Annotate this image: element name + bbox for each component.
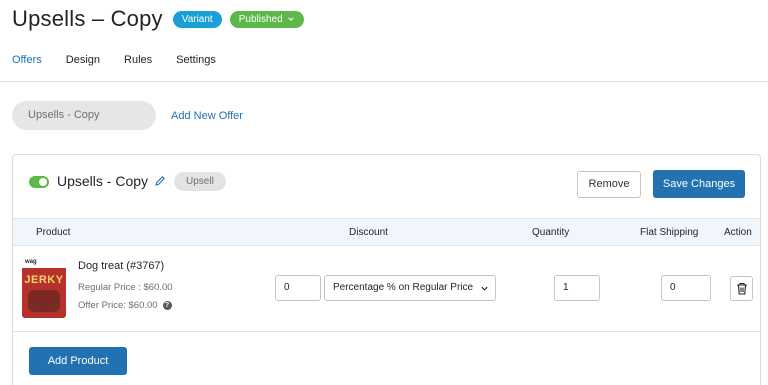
thumbnail-brand: wag: [25, 259, 37, 265]
column-product: Product: [36, 227, 71, 238]
discount-type-select[interactable]: Percentage % on Regular Price: [324, 275, 496, 301]
discount-value-input[interactable]: 0: [275, 275, 321, 301]
variant-badge: Variant: [172, 10, 222, 28]
table-header: Product Discount Quantity Flat Shipping …: [13, 218, 760, 246]
offer-card-header: Upsells - Copy Upsell Remove Save Change…: [13, 155, 760, 218]
column-action: Action: [724, 227, 752, 238]
page-title: Upsells – Copy: [12, 6, 163, 31]
thumbnail-text: JERKY: [24, 274, 64, 286]
discount-type-value: Percentage % on Regular Price: [333, 282, 474, 293]
column-discount: Discount: [349, 227, 388, 238]
product-thumbnail: wag JERKY: [22, 258, 66, 318]
offer-enabled-toggle[interactable]: [29, 176, 49, 188]
offer-price: Offer Price: $60.00: [78, 300, 158, 311]
save-changes-button[interactable]: Save Changes: [653, 170, 745, 198]
tab-bar: Offers Design Rules Settings: [12, 54, 240, 82]
product-name: Dog treat (#3767): [78, 260, 165, 272]
tab-rules[interactable]: Rules: [124, 54, 152, 82]
column-quantity: Quantity: [532, 227, 570, 238]
chevron-down-icon: [481, 286, 488, 291]
status-label: Published: [238, 13, 283, 25]
offer-selector-pill[interactable]: Upsells - Copy: [12, 101, 156, 130]
tab-offers[interactable]: Offers: [12, 54, 42, 82]
table-row: wag JERKY Dog treat (#3767) Regular Pric…: [13, 246, 760, 332]
delete-product-button[interactable]: [730, 276, 753, 301]
remove-button[interactable]: Remove: [577, 171, 641, 198]
regular-price: Regular Price : $60.00: [78, 282, 173, 293]
offer-card: Upsells - Copy Upsell Remove Save Change…: [12, 154, 761, 385]
tabs-divider: [0, 81, 768, 82]
help-icon[interactable]: ?: [162, 301, 172, 310]
pencil-icon[interactable]: [154, 175, 166, 187]
tab-settings[interactable]: Settings: [176, 54, 216, 82]
column-flat-shipping: Flat Shipping: [640, 227, 699, 238]
status-dropdown[interactable]: Published: [229, 10, 304, 28]
add-product-button[interactable]: Add Product: [29, 347, 127, 375]
offer-title: Upsells - Copy: [57, 173, 149, 189]
offer-type-badge: Upsell: [174, 172, 226, 191]
chevron-down-icon: [287, 17, 294, 21]
trash-icon: [737, 282, 747, 295]
tab-design[interactable]: Design: [66, 54, 100, 82]
flat-shipping-input[interactable]: 0: [661, 275, 711, 301]
quantity-input[interactable]: 1: [554, 275, 600, 301]
page-header: Upsells – Copy Variant Published: [12, 4, 304, 34]
add-new-offer-link[interactable]: Add New Offer: [171, 110, 243, 122]
offer-price-line: Offer Price: $60.00 ?: [78, 300, 172, 311]
